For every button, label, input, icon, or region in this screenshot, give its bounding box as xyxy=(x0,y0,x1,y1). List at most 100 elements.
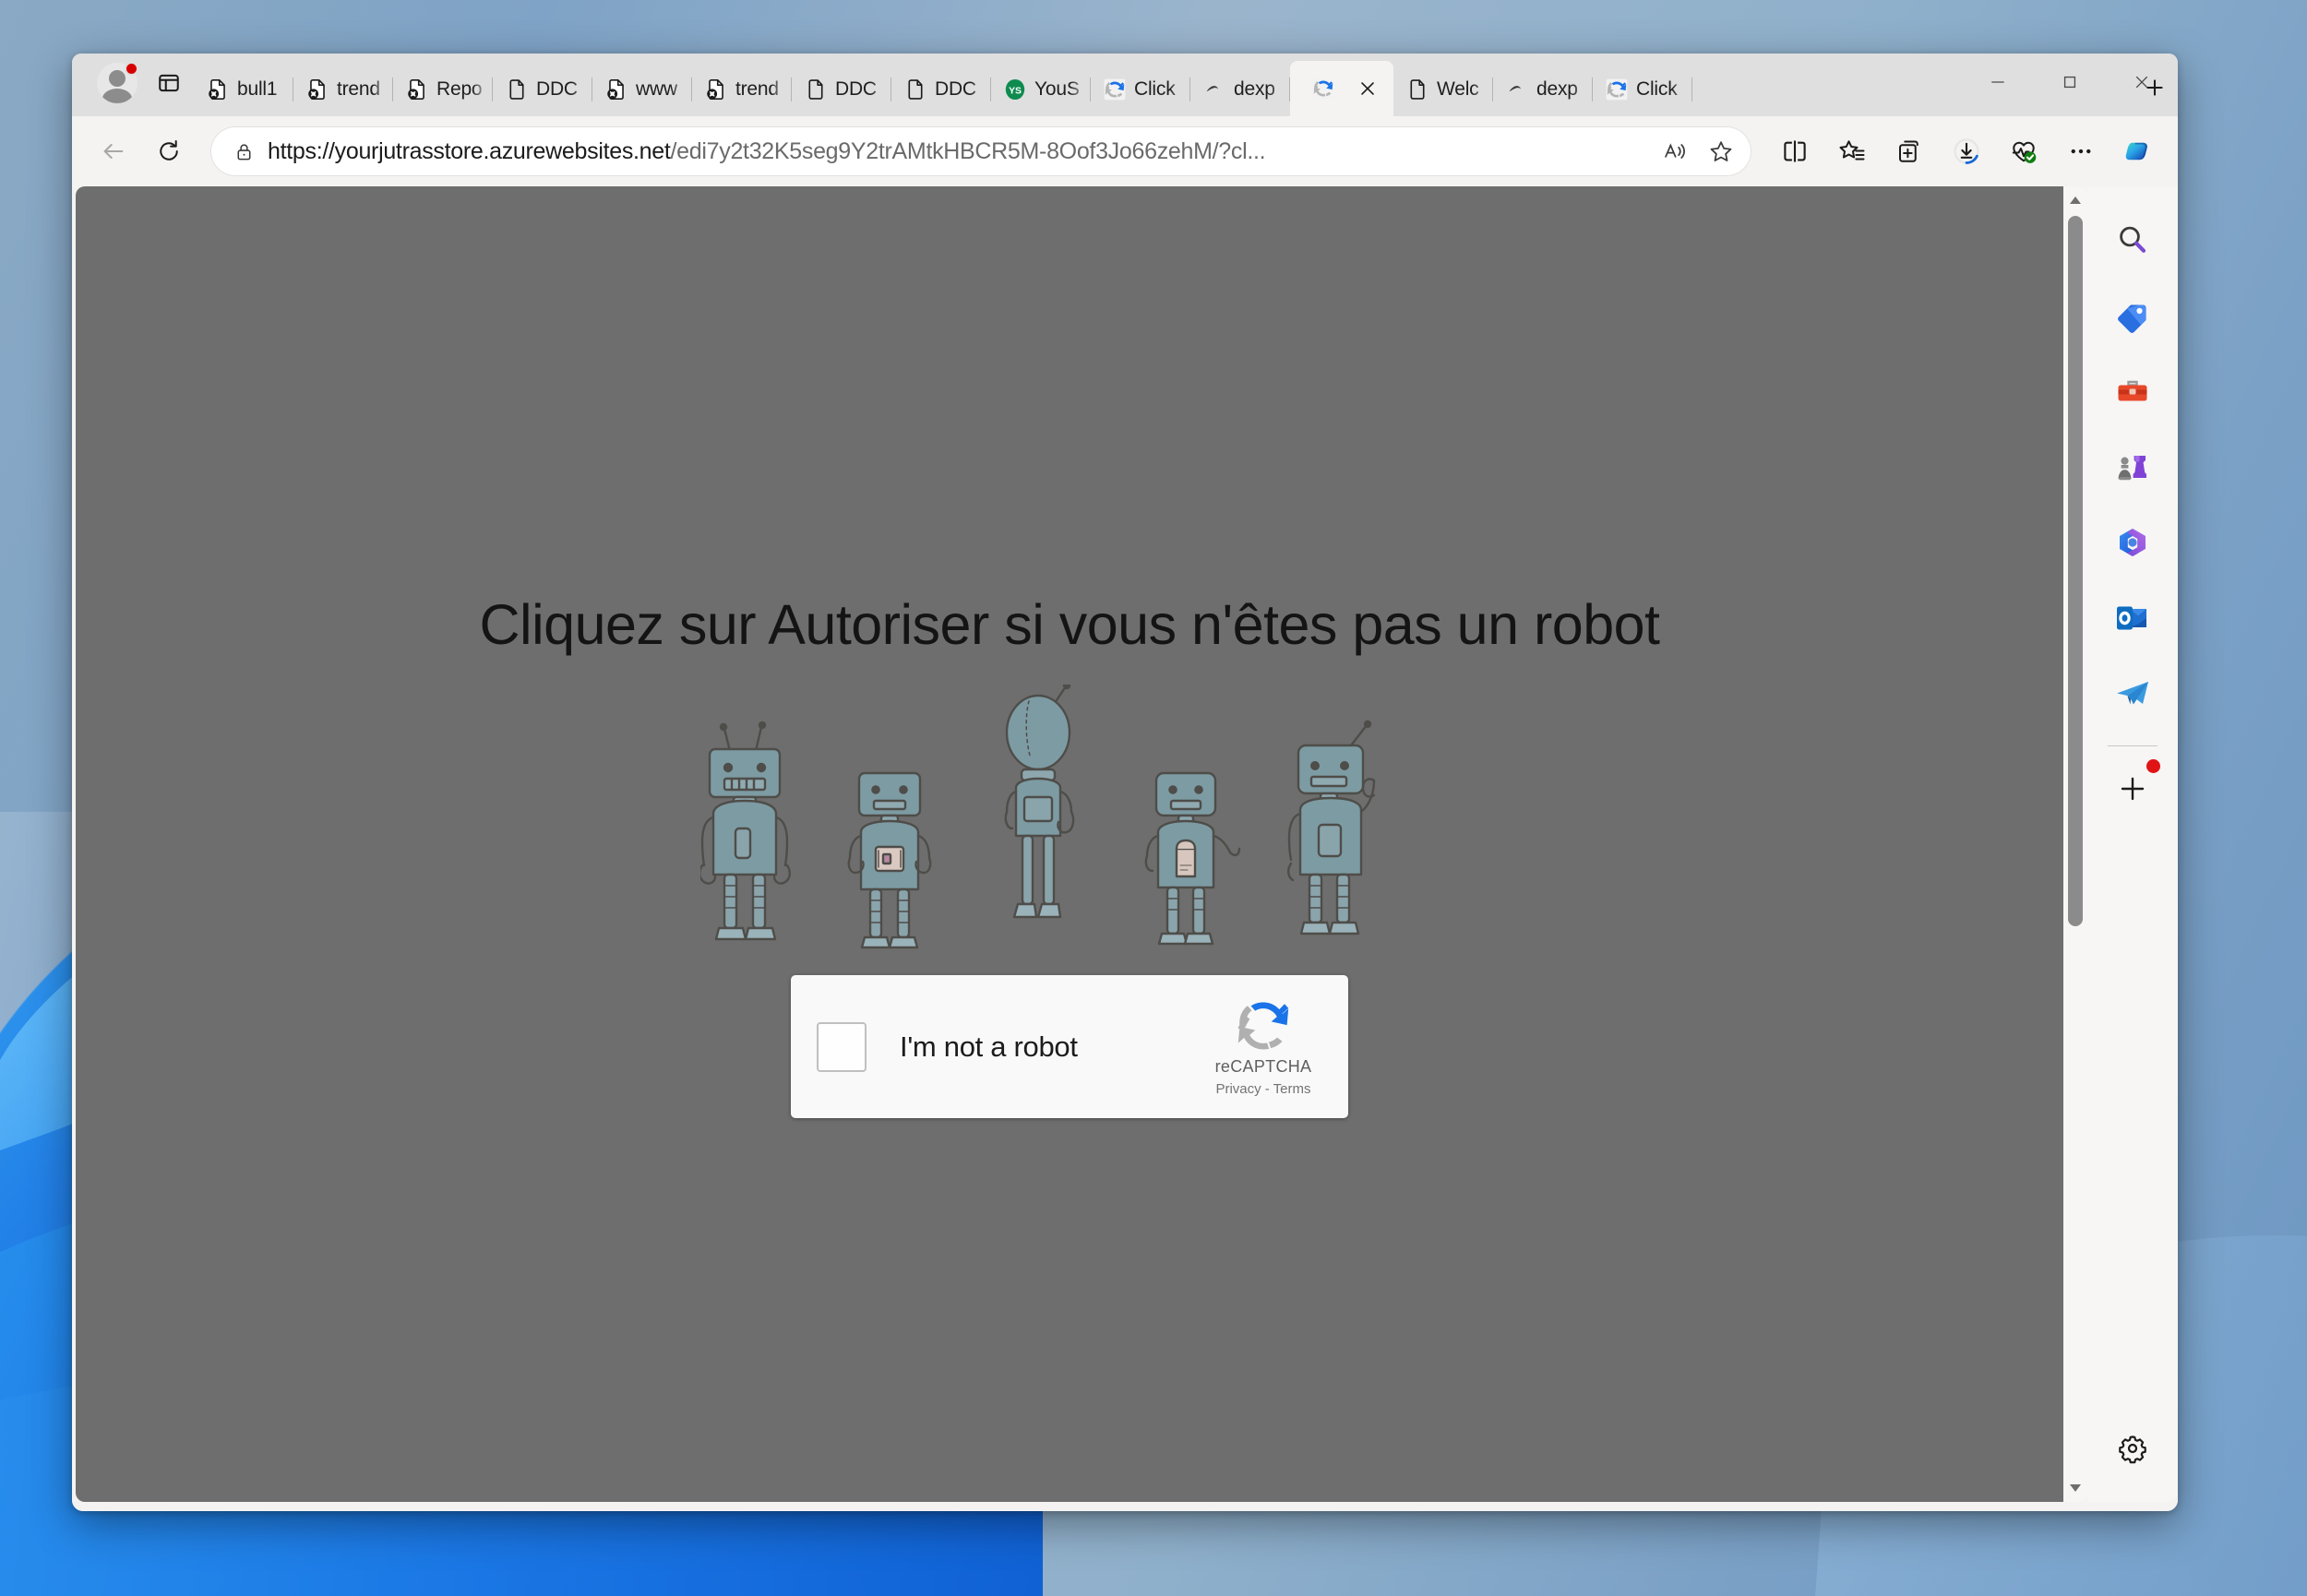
tab-label: Repo xyxy=(436,78,483,100)
page-scrollbar[interactable] xyxy=(2063,186,2087,1502)
collections-icon[interactable] xyxy=(1883,125,1936,178)
broken-page-icon xyxy=(305,77,330,102)
url-text: https://yourjutrasstore.azurewebsites.ne… xyxy=(268,138,1652,165)
favorites-icon[interactable] xyxy=(1825,125,1879,178)
swoosh-icon xyxy=(1504,77,1530,102)
tab-label: YouS xyxy=(1034,78,1080,100)
address-bar[interactable]: https://yourjutrasstore.azurewebsites.ne… xyxy=(210,126,1751,176)
tab-strip-left xyxy=(83,54,194,116)
recaptcha-branding: reCAPTCHA Privacy - Terms xyxy=(1199,996,1328,1097)
settings-more-icon[interactable] xyxy=(2054,125,2108,178)
tab[interactable]: Click xyxy=(1593,63,1692,116)
tab-label: Click xyxy=(1636,78,1678,100)
maximize-button[interactable] xyxy=(2034,54,2106,111)
sidebar-divider xyxy=(2108,745,2158,746)
address-bar-actions xyxy=(1652,128,1744,174)
yesstyle-icon: YS xyxy=(1002,77,1028,102)
add-sidebar-app-button[interactable] xyxy=(2103,759,2162,818)
tab-label: DDC xyxy=(536,78,578,100)
webview-wrapper: Cliquez sur Autoriser si vous n'êtes pas… xyxy=(72,186,2087,1502)
page-icon xyxy=(504,77,530,102)
search-icon[interactable] xyxy=(2103,210,2162,269)
tab[interactable]: DDC xyxy=(493,63,592,116)
tab-label: Click xyxy=(1134,78,1176,100)
recaptcha-checkbox[interactable] xyxy=(817,1021,867,1072)
recaptcha-icon xyxy=(1102,77,1128,102)
scroll-up-arrow-icon[interactable] xyxy=(2063,188,2087,212)
broken-page-icon xyxy=(404,77,430,102)
tab[interactable]: YS YouS xyxy=(991,63,1091,116)
tab-close-icon[interactable] xyxy=(1352,73,1383,104)
refresh-button[interactable] xyxy=(142,125,196,178)
tab-separator xyxy=(1691,77,1692,101)
recaptcha-icon xyxy=(1310,76,1336,101)
tab[interactable]: trend xyxy=(692,63,792,116)
desktop: bull1 trend Repo DDC www trend DDC DDC YS YouS Cli… xyxy=(0,0,2307,1596)
page-title: Cliquez sur Autoriser si vous n'êtes pas… xyxy=(479,593,1661,656)
tab[interactable]: dexp xyxy=(1493,63,1593,116)
tab-actions-button[interactable] xyxy=(148,62,190,104)
microsoft365-icon[interactable] xyxy=(2103,513,2162,572)
profile-button[interactable] xyxy=(92,58,142,108)
tab-label: dexp xyxy=(1536,78,1578,100)
tab-label: bull1 xyxy=(237,78,278,100)
downloads-icon[interactable] xyxy=(1940,125,1993,178)
lock-icon[interactable] xyxy=(227,135,260,168)
tab-active[interactable] xyxy=(1290,61,1393,116)
tab[interactable]: trend xyxy=(293,63,393,116)
shopping-tag-icon[interactable] xyxy=(2103,286,2162,345)
outlook-icon[interactable] xyxy=(2103,589,2162,648)
tab[interactable]: Repo xyxy=(393,63,493,116)
back-button[interactable] xyxy=(87,125,140,178)
read-aloud-icon[interactable] xyxy=(1652,128,1698,174)
split-screen-icon[interactable] xyxy=(1768,125,1822,178)
sidebar-settings-gear-icon[interactable] xyxy=(2103,1419,2162,1478)
page-icon xyxy=(902,77,928,102)
scrollbar-thumb[interactable] xyxy=(2068,216,2083,926)
sidebar-alert-badge xyxy=(2146,759,2160,773)
broken-page-icon xyxy=(604,77,629,102)
navigation-toolbar: https://yourjutrasstore.azurewebsites.ne… xyxy=(72,116,2178,186)
recaptcha-icon xyxy=(1604,77,1630,102)
robots-illustration xyxy=(699,681,1439,989)
broken-page-icon xyxy=(205,77,231,102)
recaptcha-brand-name: reCAPTCHA xyxy=(1214,1057,1312,1076)
tab[interactable]: DDC xyxy=(891,63,991,116)
tab-label: www xyxy=(636,78,677,100)
minimize-button[interactable] xyxy=(1962,54,2034,111)
svg-text:YS: YS xyxy=(1009,86,1022,96)
browser-toolbar xyxy=(1768,125,2165,178)
edge-sidebar xyxy=(2087,186,2178,1502)
url-scheme-host: https://yourjutrasstore.azurewebsites.ne… xyxy=(268,137,671,164)
tab[interactable]: Welc xyxy=(1393,63,1493,116)
games-icon[interactable] xyxy=(2103,437,2162,496)
browser-essentials-icon[interactable] xyxy=(1997,125,2050,178)
page-icon xyxy=(803,77,829,102)
page-icon xyxy=(1405,77,1430,102)
copilot-icon[interactable] xyxy=(2111,125,2165,178)
window-controls xyxy=(1962,54,2178,111)
broken-page-icon xyxy=(703,77,729,102)
telegram-icon[interactable] xyxy=(2103,664,2162,723)
tab-label: trend xyxy=(337,78,380,100)
favorite-star-icon[interactable] xyxy=(1698,128,1744,174)
recaptcha-widget[interactable]: I'm not a robot reCAPTCHA Privacy - Term… xyxy=(791,975,1348,1118)
recaptcha-legal-links[interactable]: Privacy - Terms xyxy=(1215,1081,1310,1097)
browser-window: bull1 trend Repo DDC www trend DDC DDC YS YouS Cli… xyxy=(72,54,2178,1511)
close-button[interactable] xyxy=(2106,54,2178,111)
scroll-down-arrow-icon[interactable] xyxy=(2063,1476,2087,1500)
tab-label: dexp xyxy=(1234,78,1275,100)
recaptcha-label: I'm not a robot xyxy=(900,1030,1078,1063)
tab[interactable]: Click xyxy=(1091,63,1190,116)
tab[interactable]: www xyxy=(592,63,692,116)
tab-label: Welc xyxy=(1437,78,1479,100)
tab[interactable]: bull1 xyxy=(194,63,293,116)
tab[interactable]: DDC xyxy=(792,63,891,116)
tab-label: trend xyxy=(735,78,779,100)
tools-icon[interactable] xyxy=(2103,362,2162,421)
webview: Cliquez sur Autoriser si vous n'êtes pas… xyxy=(76,186,2063,1502)
swoosh-icon xyxy=(1201,77,1227,102)
tab[interactable]: dexp xyxy=(1190,63,1290,116)
tab-label: DDC xyxy=(835,78,877,100)
recaptcha-logo-icon xyxy=(1237,1002,1289,1050)
